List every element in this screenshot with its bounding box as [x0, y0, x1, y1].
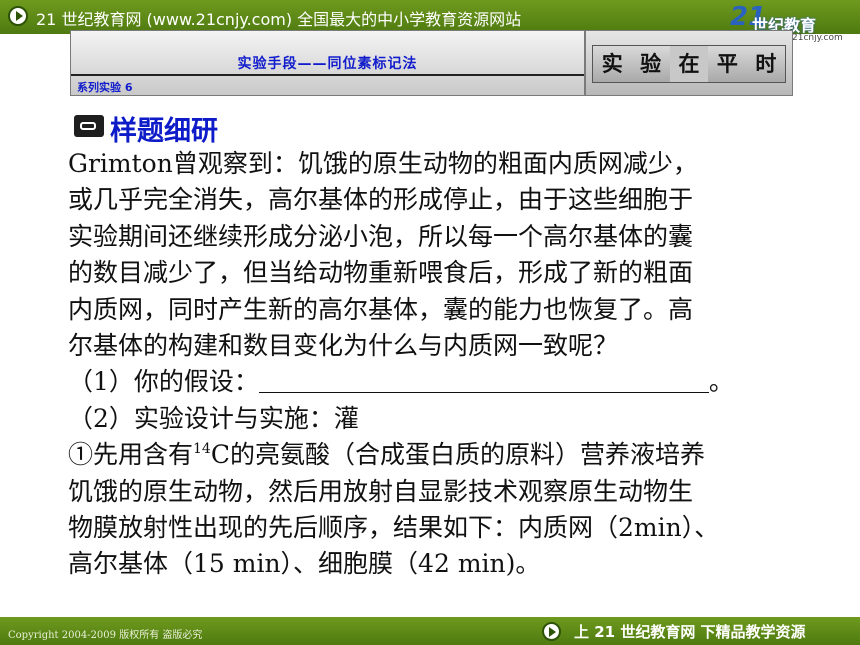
site-banner-text: 21 世纪教育网 (www.21cnjy.com) 全国最大的中小学教育资源网站 [36, 10, 522, 29]
step-1-line: ①先用含有14C的亮氨酸（合成蛋白质的原料）营养液培养 [68, 437, 808, 473]
slide-title: 实验手段——同位素标记法 [237, 56, 418, 72]
badge-char: 在 [669, 46, 709, 82]
question-1-end: 。 [708, 367, 734, 397]
question-1-label: （1）你的假设： [68, 367, 259, 397]
pointing-hand-icon [74, 115, 104, 137]
body-line: 物膜放射性出现的先后顺序，结果如下：内质网（2min）、 [68, 512, 720, 542]
question-1: （1）你的假设： 。 [68, 364, 808, 400]
body-line: 实验期间还继续形成分泌小泡，所以每一个高尔基体的囊 [68, 221, 694, 251]
step-1-rest: C的亮氨酸（合成蛋白质的原料）营养液培养 [210, 440, 705, 470]
badge-chars: 实 验 在 平 时 [592, 45, 786, 83]
question-2: （2）实验设计与实施：灌 [68, 403, 359, 433]
footer-slogan[interactable]: 上 21 世纪教育网 下精品教学资源 [574, 621, 806, 642]
body-line: 尔基体的构建和数目变化为什么与内质网一致呢？ [68, 330, 619, 360]
step-1-start: ①先用含有 [68, 440, 194, 470]
body-line: 高尔基体（15 min）、细胞膜（42 min)。 [68, 549, 541, 579]
header-divider [71, 74, 584, 76]
answer-blank[interactable] [258, 370, 709, 394]
body-line: 饥饿的原生动物，然后用放射自显影技术观察原生动物生 [68, 476, 694, 506]
body-line: 或几乎完全消失，高尔基体的形成停止，由于这些细胞于 [68, 185, 694, 215]
copyright-text: Copyright 2004-2009 版权所有 盗版必究 [8, 630, 203, 641]
isotope-mass: 14 [193, 441, 211, 458]
badge-char: 实 [601, 51, 623, 76]
logo-url: 21cnjy.com [792, 33, 843, 43]
body-line: 的数目减少了，但当给动物重新喂食后，形成了新的粗面 [68, 258, 694, 288]
footer-bar: Copyright 2004-2009 版权所有 盗版必究 上 21 世纪教育网… [0, 617, 860, 645]
play-icon[interactable] [542, 622, 561, 641]
badge-char: 时 [755, 51, 777, 76]
body-line: Grimton曾观察到：饥饿的原生动物的粗面内质网减少， [68, 149, 698, 178]
play-icon[interactable] [8, 6, 28, 26]
slide-header: 实验手段——同位素标记法 系列实验 6 [70, 30, 585, 96]
badge-char: 平 [716, 51, 738, 76]
question-body: Grimton曾观察到：饥饿的原生动物的粗面内质网减少， 或几乎完全消失，高尔基… [68, 146, 808, 583]
series-label: 系列实验 6 [77, 81, 133, 94]
badge-char: 验 [640, 51, 662, 76]
body-line: 内质网，同时产生新的高尔基体，囊的能力也恢复了。高 [68, 294, 694, 324]
experiment-badge: 实 验 在 平 时 [585, 30, 793, 96]
section-title: 样题细研 [110, 116, 218, 147]
